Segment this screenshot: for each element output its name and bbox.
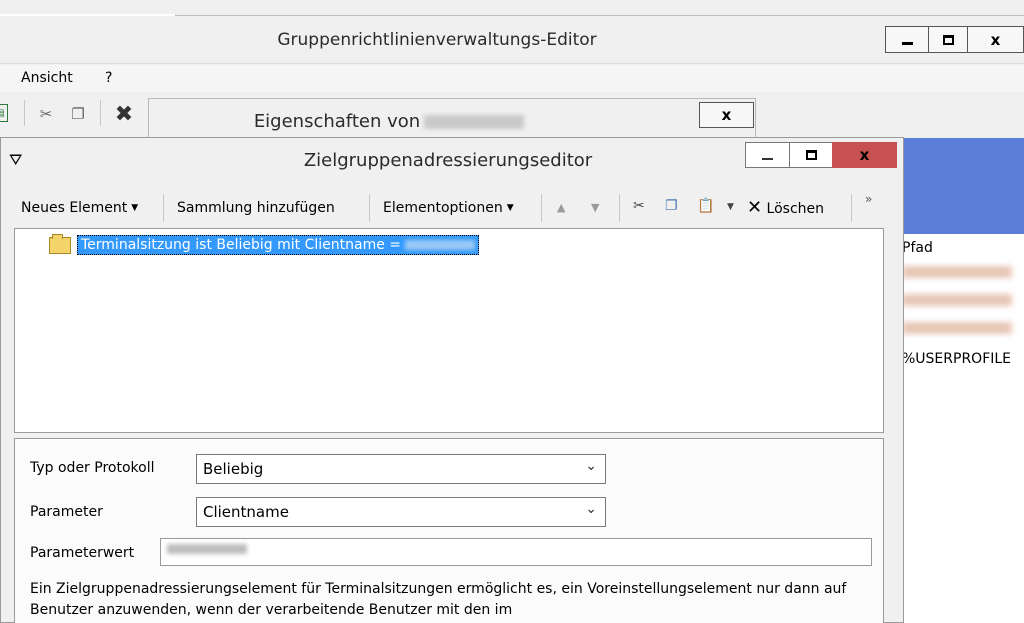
menu-bar: Ansicht ? (0, 65, 1024, 92)
toolbar-separator (369, 194, 370, 222)
column-header-pfad[interactable]: Pfad (902, 240, 933, 256)
delete-icon[interactable]: ✖ (114, 102, 134, 127)
maximize-icon (942, 34, 954, 45)
description-text: Ein Zielgruppenadressierungselement für … (30, 581, 847, 618)
background-list: Pfad %USERPROFILE (900, 234, 1024, 623)
editor-title-bar: ⛛ Zielgruppenadressierungseditor x (1, 138, 903, 184)
delete-x-icon: ✕ (747, 197, 763, 218)
top-strip (0, 0, 1024, 16)
redacted-clientname (405, 240, 475, 250)
main-maximize-button[interactable] (928, 26, 968, 53)
menu-help[interactable]: ? (105, 70, 112, 86)
parameter-value-label: Parameterwert (30, 545, 135, 561)
targeting-editor-window: ⛛ Zielgruppenadressierungseditor x Neues… (0, 137, 904, 623)
copy-icon[interactable]: ❐ (68, 104, 88, 124)
properties-dialog-title: Eigenschaften von (149, 111, 629, 132)
folder-icon (49, 233, 71, 254)
parameter-select[interactable]: Clientname ⌄ (196, 497, 606, 527)
item-properties-panel: Typ oder Protokoll Beliebig ⌄ Parameter … (14, 438, 884, 623)
targeting-tree: Terminalsitzung ist Beliebig mit Clientn… (14, 228, 884, 433)
toolbar-separator (851, 194, 852, 222)
main-close-button[interactable]: x (967, 26, 1024, 53)
paste-icon[interactable]: 📋 (697, 198, 714, 214)
editor-minimize-button[interactable] (745, 142, 790, 168)
list-item-blurred (902, 294, 1012, 306)
properties-icon[interactable]: ▤ (0, 104, 8, 122)
chevron-down-icon: ⌄ (585, 501, 597, 517)
editor-close-button[interactable]: x (832, 142, 897, 168)
copy-icon[interactable]: ❐ (665, 198, 678, 214)
editor-maximize-button[interactable] (789, 142, 833, 168)
editor-toolbar: Neues Element ▼ Sammlung hinzufügen Eleme… (1, 184, 903, 228)
list-item-userprofile: %USERPROFILE (902, 351, 1012, 367)
chevron-down-icon: ⌄ (585, 458, 597, 474)
item-options-dropdown[interactable]: Elementoptionen ▼ (383, 200, 514, 216)
maximize-icon (805, 150, 817, 160)
list-item-blurred (902, 266, 1012, 278)
toolbar-separator (541, 194, 542, 222)
list-item-blurred (902, 322, 1012, 334)
main-title-bar: Gruppenrichtlinienverwaltungs-Editor x (0, 16, 1024, 64)
redacted-value (167, 544, 247, 554)
dropdown-arrow-icon: ▼ (131, 203, 139, 213)
overflow-chevron-icon[interactable]: » (865, 192, 872, 206)
minimize-icon (901, 42, 913, 45)
type-label: Typ oder Protokoll (30, 460, 155, 476)
delete-button[interactable]: ✕ Löschen (747, 197, 824, 218)
minimize-icon (762, 158, 773, 160)
toolbar-separator (163, 194, 164, 222)
main-window-title: Gruppenrichtlinienverwaltungs-Editor (277, 30, 597, 50)
redacted-name (424, 115, 525, 129)
add-collection-button[interactable]: Sammlung hinzufügen (177, 200, 335, 216)
cut-icon[interactable]: ✂ (633, 198, 645, 214)
move-down-icon[interactable]: ▼ (591, 201, 599, 214)
toolbar-separator (24, 100, 25, 126)
dropdown-arrow-icon: ▼ (506, 203, 514, 213)
new-item-dropdown[interactable]: Neues Element ▼ (21, 200, 138, 216)
cut-icon[interactable]: ✂ (36, 104, 56, 124)
tree-item-terminal-session[interactable]: Terminalsitzung ist Beliebig mit Clientn… (49, 233, 479, 255)
parameter-label: Parameter (30, 504, 103, 520)
type-select[interactable]: Beliebig ⌄ (196, 454, 606, 484)
parameter-value-input[interactable] (160, 538, 872, 566)
background-window-header (900, 138, 1024, 234)
tree-item-label[interactable]: Terminalsitzung ist Beliebig mit Clientn… (77, 235, 479, 255)
move-up-icon[interactable]: ▲ (557, 201, 565, 214)
toolbar-separator (619, 194, 620, 222)
toolbar-separator (100, 100, 101, 126)
paste-dropdown-arrow-icon[interactable]: ▼ (727, 202, 734, 212)
properties-dialog-title-bar: Eigenschaften von x (148, 98, 756, 138)
main-minimize-button[interactable] (885, 26, 929, 53)
properties-close-button[interactable]: x (699, 102, 754, 128)
menu-ansicht[interactable]: Ansicht (21, 70, 73, 86)
